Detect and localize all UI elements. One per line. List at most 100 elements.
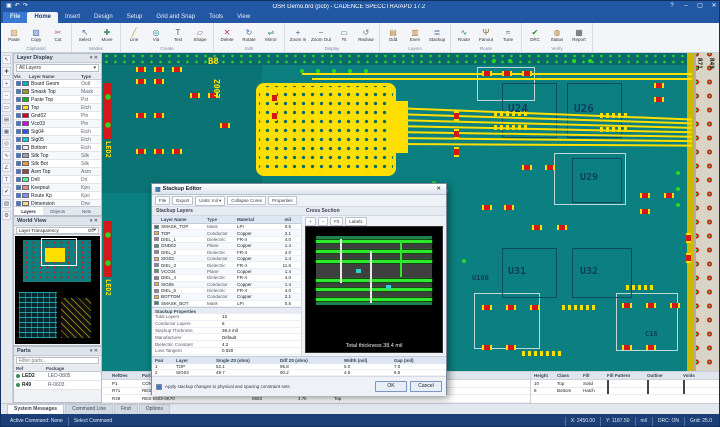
ribbon-tab-setup[interactable]: Setup (120, 12, 150, 23)
dock-tab-command-line[interactable]: Command Line (65, 404, 113, 414)
line-button[interactable]: ╱Line (124, 24, 144, 45)
via[interactable] (316, 69, 320, 73)
redraw-button[interactable]: ↺Redraw (356, 24, 376, 45)
layer-visibility-checkbox[interactable] (16, 113, 21, 118)
grid-icon[interactable]: ▦ (2, 127, 11, 136)
dialog-close-icon[interactable]: ✕ (434, 186, 443, 192)
smd-component[interactable] (482, 71, 492, 76)
layer-visibility-checkbox[interactable] (16, 161, 21, 166)
table-row[interactable]: 8BottomHatch (531, 388, 720, 396)
zoom-out-icon[interactable]: − (2, 91, 11, 100)
layer-row[interactable]: TopEtch (14, 104, 101, 112)
ok-button[interactable]: OK (375, 381, 407, 392)
export-button[interactable]: Export (172, 196, 193, 205)
cancel-button[interactable]: Cancel (410, 381, 442, 392)
smd-component[interactable] (646, 303, 656, 308)
smd-component[interactable] (506, 305, 516, 310)
layer-row[interactable]: Vcc03Pln (14, 120, 101, 128)
zoom-in-button[interactable]: + (305, 217, 316, 226)
smd-component[interactable] (506, 345, 516, 350)
via[interactable] (572, 59, 576, 63)
layer-row[interactable]: Sig05Etch (14, 136, 101, 144)
layer-row[interactable]: BottomEtch (14, 144, 101, 152)
pan-icon[interactable]: ✚ (2, 67, 11, 76)
smd-component[interactable] (136, 113, 146, 118)
smd-component[interactable] (482, 305, 492, 310)
route-icon[interactable]: ∿ (2, 151, 11, 160)
cut-button[interactable]: ✂Cut (48, 24, 68, 45)
layer-visibility-checkbox[interactable] (16, 121, 21, 126)
smd-component[interactable] (530, 305, 540, 310)
via[interactable] (332, 69, 336, 73)
smd-component[interactable] (272, 111, 277, 121)
even-button[interactable]: ▥Even (405, 24, 425, 45)
paste-button[interactable]: ▧Paste (4, 24, 24, 45)
panel-close-icon[interactable]: ✕ (94, 55, 98, 61)
settings-icon[interactable]: ⚙ (2, 211, 11, 220)
route-button[interactable]: ∿Route (454, 24, 474, 45)
smd-component[interactable] (136, 79, 146, 84)
trace[interactable] (393, 143, 692, 147)
ribbon-tab-design[interactable]: Design (87, 12, 120, 23)
via[interactable] (462, 259, 466, 263)
report-button[interactable]: ▦Report (569, 24, 589, 45)
bga-component[interactable] (259, 86, 393, 173)
dock-tab-options[interactable]: Options (139, 404, 170, 414)
panel-tab-nets[interactable]: Nets (72, 207, 101, 215)
layer-row[interactable]: Silk BotSilk (14, 160, 101, 168)
rotate-button[interactable]: ↻Rotate (239, 24, 259, 45)
smd-component[interactable] (640, 193, 650, 198)
smd-component[interactable] (646, 345, 656, 350)
layer-visibility-checkbox[interactable] (16, 129, 21, 134)
text-button[interactable]: TText (168, 24, 188, 45)
via[interactable] (364, 69, 368, 73)
layer-visibility-checkbox[interactable] (16, 169, 21, 174)
close-button[interactable]: ✕ (707, 1, 720, 12)
layer-row[interactable]: Silk TopSilk (14, 152, 101, 160)
layer-visibility-checkbox[interactable] (16, 137, 21, 142)
layer-visibility-checkbox[interactable] (16, 89, 21, 94)
help-button[interactable]: ? (665, 1, 679, 12)
redo-icon[interactable]: ↷ (23, 1, 28, 12)
report-icon[interactable]: ▧ (2, 199, 11, 208)
shape-button[interactable]: ▱Shape (190, 24, 210, 45)
panel-close-icon[interactable]: ✕ (94, 218, 98, 224)
layer-visibility-checkbox[interactable] (16, 177, 21, 182)
stackup-button[interactable]: ≣Stackup (427, 24, 447, 45)
via-button[interactable]: ◎Via (146, 24, 166, 45)
parts-search-input[interactable] (16, 357, 99, 364)
via[interactable] (588, 59, 592, 63)
trace[interactable] (393, 137, 692, 142)
smd-component[interactable] (172, 67, 182, 72)
fanout-button[interactable]: ΨFanout (476, 24, 496, 45)
smd-component[interactable] (454, 147, 459, 157)
units-mil-button[interactable]: Units: mil ▾ (195, 196, 225, 206)
dialog-title-bar[interactable]: ▦ Stackup Editor ✕ (152, 184, 446, 195)
smd-component[interactable] (454, 111, 459, 121)
layer-row[interactable]: Smask TopMask (14, 88, 101, 96)
layer-visibility-checkbox[interactable] (16, 185, 21, 190)
zoom-out-button[interactable]: − (318, 217, 329, 226)
ribbon-tab-view[interactable]: View (230, 12, 257, 23)
list-item[interactable]: R49R-0603 (14, 381, 101, 390)
smd-component[interactable] (532, 225, 542, 230)
smd-component[interactable] (272, 93, 277, 103)
smd-component[interactable] (136, 149, 146, 154)
layer-row[interactable]: Board GeomOutl (14, 80, 101, 88)
smd-component[interactable] (136, 67, 146, 72)
table-row[interactable]: 10TopSolid (531, 380, 720, 388)
via[interactable] (300, 69, 304, 73)
odd-button[interactable]: ▤Odd (383, 24, 403, 45)
smd-component[interactable] (154, 79, 164, 84)
smd-component[interactable] (664, 193, 674, 198)
maximize-button[interactable]: ▢ (693, 1, 707, 12)
layer-visibility-checkbox[interactable] (16, 193, 21, 198)
smd-component[interactable] (504, 205, 514, 210)
smd-component[interactable] (557, 225, 567, 230)
copy-button[interactable]: ▨Copy (26, 24, 46, 45)
drc-icon[interactable]: ✔ (2, 187, 11, 196)
smd-component[interactable] (522, 165, 532, 170)
trace[interactable] (312, 78, 692, 80)
led-component[interactable] (104, 83, 112, 139)
layer-transparency-dropdown[interactable]: Layer Transparency Off ▾ (16, 227, 99, 234)
